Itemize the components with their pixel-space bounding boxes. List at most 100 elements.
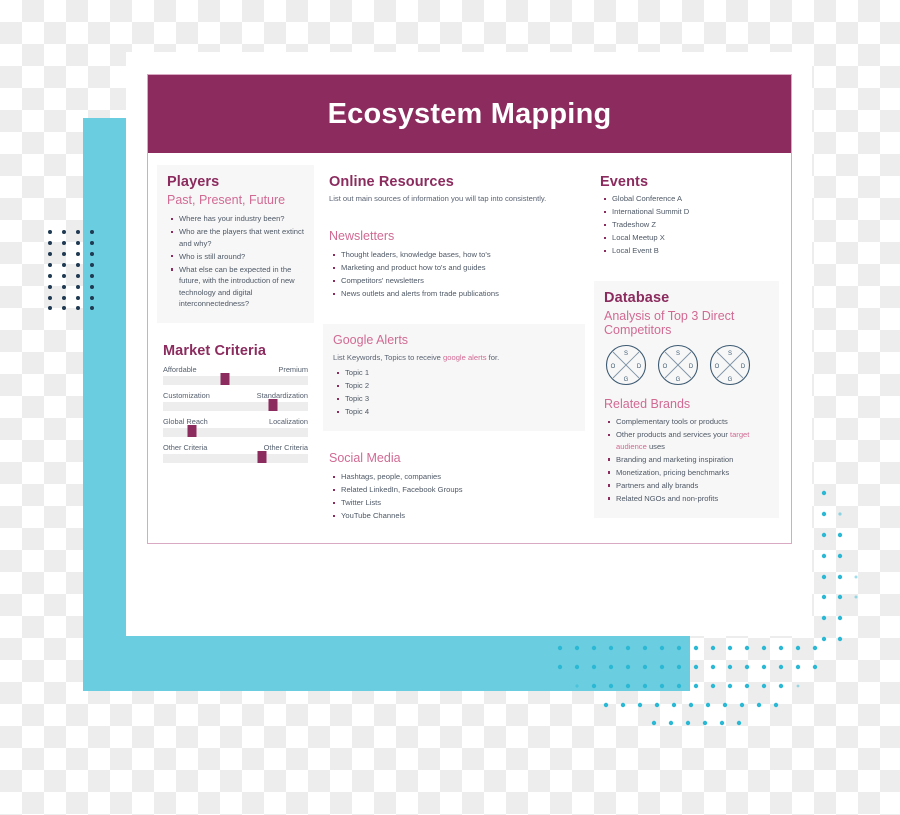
- competitor-diagrams: S O D G S O D G S O D G: [604, 343, 769, 387]
- google-alerts-description: List Keywords, Topics to receive google …: [333, 352, 575, 363]
- list-item: What else can be expected in the future,…: [171, 264, 304, 310]
- criteria-left-label: Global Reach: [163, 417, 208, 427]
- description-highlight: google alerts: [443, 353, 487, 363]
- criteria-right-label: Premium: [278, 365, 308, 375]
- events-section: Events Global Conference A International…: [594, 165, 779, 270]
- google-alerts-section: Google Alerts List Keywords, Topics to r…: [323, 324, 585, 432]
- item-before: Other products and services your: [616, 430, 730, 440]
- list-item: Partners and ally brands: [608, 480, 769, 492]
- worksheet-banner: Ecosystem Mapping: [148, 75, 791, 153]
- list-item: Hashtags, people, companies: [333, 471, 579, 483]
- column-right: Events Global Conference A International…: [594, 165, 779, 535]
- swot-label-bottom: G: [624, 377, 629, 383]
- list-item: Other products and services your target …: [608, 429, 769, 452]
- events-heading: Events: [600, 174, 649, 190]
- criteria-right-label: Standardization: [256, 391, 308, 401]
- google-alerts-heading: Google Alerts: [333, 333, 409, 348]
- swot-label-left: O: [611, 364, 616, 370]
- decorative-navy-dot-grid: [48, 230, 94, 310]
- list-item: Thought leaders, knowledge bases, how to…: [333, 249, 579, 261]
- list-item: Twitter Lists: [333, 497, 579, 509]
- swot-circle-diagram-2: S O D G: [657, 345, 699, 386]
- market-criteria-row: Other Criteria Other Criteria: [163, 443, 308, 464]
- list-item: International Summit D: [604, 206, 773, 218]
- newsletters-list: Thought leaders, knowledge bases, how to…: [329, 249, 579, 300]
- online-resources-section: Online Resources List out main sources o…: [323, 165, 585, 220]
- criteria-left-label: Other Criteria: [163, 443, 208, 453]
- list-item: Related LinkedIn, Facebook Groups: [333, 484, 579, 496]
- criteria-right-label: Localization: [268, 417, 308, 427]
- page-title: Ecosystem Mapping: [327, 97, 612, 130]
- swot-label-right: D: [689, 364, 694, 370]
- players-list: Where has your industry been? Who are th…: [167, 213, 304, 310]
- market-criteria-section: Market Criteria Affordable Premium Custo…: [157, 334, 314, 475]
- criteria-left-label: Affordable: [163, 365, 197, 375]
- social-media-section: Social Media Hashtags, people, companies…: [323, 442, 585, 535]
- newsletters-section: Newsletters Thought leaders, knowledge b…: [323, 220, 585, 313]
- description-before: List Keywords, Topics to receive: [333, 353, 444, 363]
- criteria-slider-marker[interactable]: [257, 451, 267, 464]
- description-after: for.: [486, 353, 500, 363]
- list-item: Where has your industry been?: [171, 213, 304, 225]
- database-subheading: Analysis of Top 3 Direct Competitors: [604, 309, 735, 338]
- market-criteria-row: Affordable Premium: [163, 365, 308, 386]
- criteria-slider-marker[interactable]: [268, 399, 278, 412]
- swot-label-top: S: [728, 351, 732, 357]
- social-media-heading: Social Media: [329, 451, 401, 466]
- column-middle: Online Resources List out main sources o…: [323, 165, 585, 535]
- swot-label-top: S: [624, 351, 628, 357]
- swot-label-left: O: [715, 364, 720, 370]
- database-heading: Database: [604, 290, 670, 307]
- players-section: Players Past, Present, Future Where has …: [157, 165, 314, 324]
- swot-label-top: S: [676, 351, 680, 357]
- list-item: Competitors' newsletters: [333, 275, 579, 287]
- criteria-left-label: Customization: [163, 391, 210, 401]
- swot-label-bottom: G: [728, 377, 733, 383]
- criteria-slider-marker[interactable]: [220, 373, 230, 386]
- online-resources-description: List out main sources of information you…: [329, 194, 547, 203]
- list-item: Local Event B: [604, 245, 773, 257]
- criteria-slider-track[interactable]: [163, 373, 308, 386]
- players-subheading: Past, Present, Future: [167, 193, 286, 207]
- market-criteria-row: Global Reach Localization: [163, 417, 308, 438]
- database-section: Database Analysis of Top 3 Direct Compet…: [594, 281, 779, 518]
- list-item: Local Meetup X: [604, 232, 773, 244]
- list-item: Tradeshow Z: [604, 219, 773, 231]
- ecosystem-mapping-worksheet: Ecosystem Mapping Players Past, Present,…: [147, 74, 792, 544]
- decorative-cyan-dot-grid-right: [821, 490, 858, 642]
- list-item: News outlets and alerts from trade publi…: [333, 288, 579, 300]
- list-item: Topic 2: [337, 380, 575, 392]
- related-brands-heading: Related Brands: [604, 397, 691, 412]
- list-item: Who is still around?: [171, 251, 304, 263]
- google-alerts-topics-list: Topic 1 Topic 2 Topic 3 Topic 4: [333, 367, 575, 418]
- list-item: Complementary tools or products: [608, 416, 769, 428]
- criteria-slider-track[interactable]: [163, 399, 308, 412]
- list-item: Marketing and product how to's and guide…: [333, 262, 579, 274]
- swot-label-right: D: [741, 364, 746, 370]
- criteria-right-label: Other Criteria: [263, 443, 308, 453]
- swot-circle-diagram-1: S O D G: [605, 345, 647, 386]
- criteria-slider-track[interactable]: [163, 425, 308, 438]
- list-item: Related NGOs and non-profits: [608, 493, 769, 505]
- swot-label-left: O: [663, 364, 668, 370]
- swot-label-right: D: [637, 364, 642, 370]
- list-item: YouTube Channels: [333, 510, 579, 522]
- social-media-list: Hashtags, people, companies Related Link…: [329, 471, 579, 522]
- criteria-slider-track[interactable]: [163, 451, 308, 464]
- market-criteria-heading: Market Criteria: [163, 343, 267, 360]
- swot-label-bottom: G: [676, 377, 681, 383]
- list-item: Topic 1: [337, 367, 575, 379]
- criteria-slider-marker[interactable]: [187, 425, 197, 438]
- market-criteria-row: Customization Standardization: [163, 391, 308, 412]
- list-item: Monetization, pricing benchmarks: [608, 467, 769, 479]
- list-item: Global Conference A: [604, 193, 773, 205]
- list-item: Topic 4: [337, 406, 575, 418]
- list-item: Who are the players that went extinct an…: [171, 227, 304, 248]
- decorative-cyan-dot-grid-bottom: [557, 645, 818, 726]
- related-brands-list: Complementary tools or products Other pr…: [604, 416, 769, 504]
- item-after: uses: [646, 441, 665, 451]
